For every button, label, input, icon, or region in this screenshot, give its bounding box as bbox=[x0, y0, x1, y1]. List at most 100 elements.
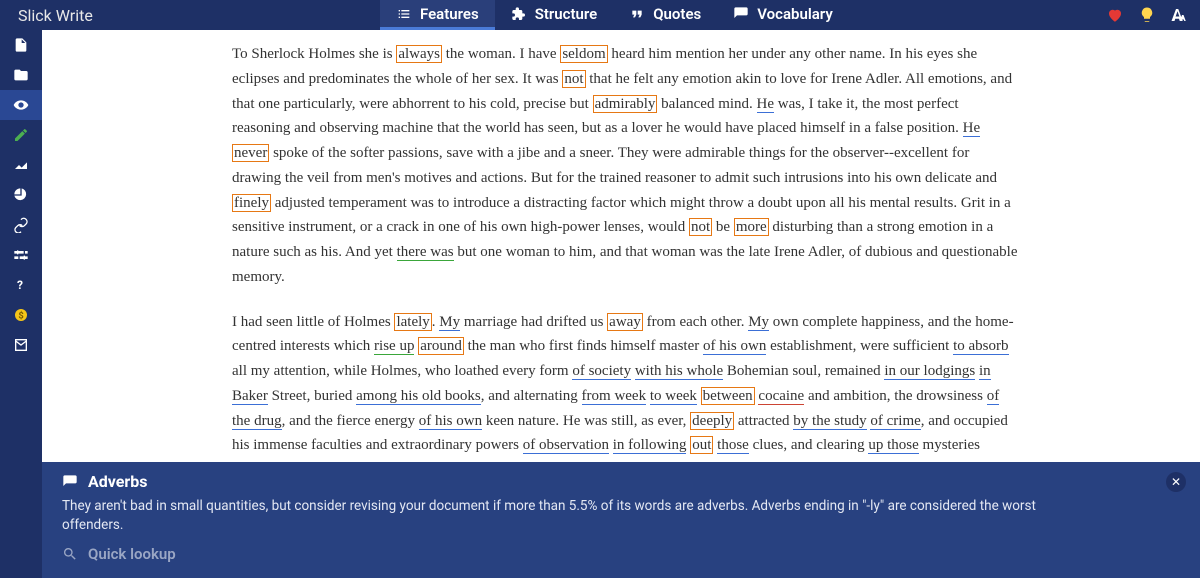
underline[interactable]: cocaine bbox=[758, 388, 804, 405]
adverb-highlight[interactable]: out bbox=[690, 436, 713, 454]
text: Bohemian soul, remained bbox=[723, 363, 884, 379]
underline[interactable]: of society bbox=[572, 363, 631, 380]
sidebar: ? $ bbox=[0, 30, 42, 578]
list-icon bbox=[396, 6, 412, 22]
paragraph-2: I had seen little of Holmes lately. My m… bbox=[232, 310, 1020, 463]
search-icon bbox=[62, 546, 78, 562]
text: balanced mind. bbox=[657, 96, 756, 112]
text: , and alternating bbox=[481, 388, 582, 404]
text: establishment, were sufficient bbox=[766, 338, 953, 354]
svg-text:?: ? bbox=[17, 278, 23, 292]
sidebar-chart[interactable] bbox=[0, 150, 42, 180]
text: clues, and clearing bbox=[749, 437, 869, 453]
sliders-icon bbox=[13, 247, 29, 263]
tab-label: Features bbox=[420, 5, 479, 23]
text: keen nature. He was still, as ever, bbox=[482, 413, 690, 429]
underline[interactable]: there was bbox=[397, 244, 454, 261]
text: , and the fierce energy bbox=[282, 413, 419, 429]
adverb-highlight[interactable]: seldom bbox=[560, 45, 607, 63]
tab-label: Structure bbox=[535, 5, 598, 23]
underline[interactable]: among his old books bbox=[356, 388, 481, 405]
tab-vocabulary[interactable]: Vocabulary bbox=[717, 0, 849, 30]
adverb-highlight[interactable]: not bbox=[562, 70, 585, 88]
tab-label: Vocabulary bbox=[757, 5, 833, 23]
paragraph-1: To Sherlock Holmes she is always the wom… bbox=[232, 42, 1020, 290]
underline[interactable]: with his whole bbox=[635, 363, 723, 380]
sidebar-eye[interactable] bbox=[0, 90, 42, 120]
adverb-highlight[interactable]: away bbox=[607, 313, 643, 331]
underline[interactable]: in following bbox=[613, 437, 687, 454]
coin-icon: $ bbox=[13, 307, 29, 323]
folder-icon bbox=[13, 67, 29, 83]
underline[interactable]: from week bbox=[582, 388, 647, 405]
adverb-highlight[interactable]: lately bbox=[394, 313, 431, 331]
underline[interactable]: He bbox=[757, 96, 775, 113]
adverb-highlight[interactable]: admirably bbox=[593, 95, 658, 113]
svg-text:$: $ bbox=[18, 310, 23, 321]
underline[interactable]: of his own bbox=[703, 338, 766, 355]
speech-icon bbox=[733, 6, 749, 22]
top-bar: Slick Write Features Structure Quotes Vo… bbox=[0, 0, 1200, 30]
chart-icon bbox=[13, 157, 29, 173]
sidebar-link[interactable] bbox=[0, 210, 42, 240]
underline[interactable]: up those bbox=[868, 437, 918, 454]
sidebar-pencil[interactable] bbox=[0, 120, 42, 150]
text: I had seen little of Holmes bbox=[232, 314, 394, 330]
underline[interactable]: He bbox=[963, 120, 981, 137]
text: marriage had drifted us bbox=[460, 314, 607, 330]
panel-title-row: Adverbs bbox=[62, 472, 1180, 491]
tab-structure[interactable]: Structure bbox=[495, 0, 614, 30]
brand-name: Slick Write bbox=[18, 6, 93, 25]
underline[interactable]: of observation bbox=[523, 437, 609, 454]
panel-title: Adverbs bbox=[88, 472, 147, 491]
sidebar-pie[interactable] bbox=[0, 180, 42, 210]
sidebar-sliders[interactable] bbox=[0, 240, 42, 270]
document-content[interactable]: To Sherlock Holmes she is always the wom… bbox=[42, 30, 1200, 462]
tab-quotes[interactable]: Quotes bbox=[613, 0, 717, 30]
top-right-icons bbox=[1106, 6, 1188, 24]
underline[interactable]: of his own bbox=[419, 413, 482, 430]
underline[interactable]: My bbox=[439, 314, 460, 331]
underline[interactable]: My bbox=[748, 314, 769, 331]
adverb-highlight[interactable]: not bbox=[689, 218, 712, 236]
underline[interactable]: to absorb bbox=[953, 338, 1008, 355]
adverb-highlight[interactable]: between bbox=[701, 387, 755, 405]
quick-lookup[interactable]: Quick lookup bbox=[62, 545, 1180, 563]
underline[interactable]: rise up bbox=[374, 338, 414, 355]
pencil-icon bbox=[13, 127, 29, 143]
text: be bbox=[712, 219, 734, 235]
text: attracted bbox=[734, 413, 793, 429]
underline[interactable]: by the study bbox=[793, 413, 866, 430]
underline[interactable]: of crime bbox=[870, 413, 920, 430]
text-size-icon[interactable] bbox=[1170, 6, 1188, 24]
adverb-highlight[interactable]: never bbox=[232, 144, 269, 162]
sidebar-mail[interactable] bbox=[0, 330, 42, 360]
lightbulb-icon[interactable] bbox=[1138, 6, 1156, 24]
underline[interactable]: in our lodgings bbox=[884, 363, 975, 380]
text: To Sherlock Holmes she is bbox=[232, 46, 396, 62]
adverb-highlight[interactable]: more bbox=[734, 218, 769, 236]
sidebar-coin[interactable]: $ bbox=[0, 300, 42, 330]
panel-description: They aren't bad in small quantities, but… bbox=[62, 497, 1042, 535]
link-icon bbox=[13, 217, 29, 233]
underline[interactable]: to week bbox=[650, 388, 697, 405]
underline[interactable]: those bbox=[717, 437, 749, 454]
adverb-highlight[interactable]: around bbox=[418, 337, 464, 355]
text: and ambition, the drowsiness bbox=[804, 388, 986, 404]
sidebar-file[interactable] bbox=[0, 30, 42, 60]
tab-label: Quotes bbox=[653, 5, 701, 23]
file-icon bbox=[13, 37, 29, 53]
text: the man who first finds himself master bbox=[464, 338, 703, 354]
comment-icon bbox=[62, 474, 78, 490]
text: from each other. bbox=[643, 314, 748, 330]
adverb-highlight[interactable]: always bbox=[396, 45, 442, 63]
quotes-icon bbox=[629, 6, 645, 22]
heart-icon[interactable] bbox=[1106, 6, 1124, 24]
adverb-highlight[interactable]: finely bbox=[232, 194, 271, 212]
close-button[interactable]: ✕ bbox=[1166, 472, 1186, 492]
pie-icon bbox=[13, 187, 29, 203]
adverb-highlight[interactable]: deeply bbox=[690, 412, 734, 430]
sidebar-folder[interactable] bbox=[0, 60, 42, 90]
sidebar-help[interactable]: ? bbox=[0, 270, 42, 300]
tab-features[interactable]: Features bbox=[380, 0, 495, 30]
